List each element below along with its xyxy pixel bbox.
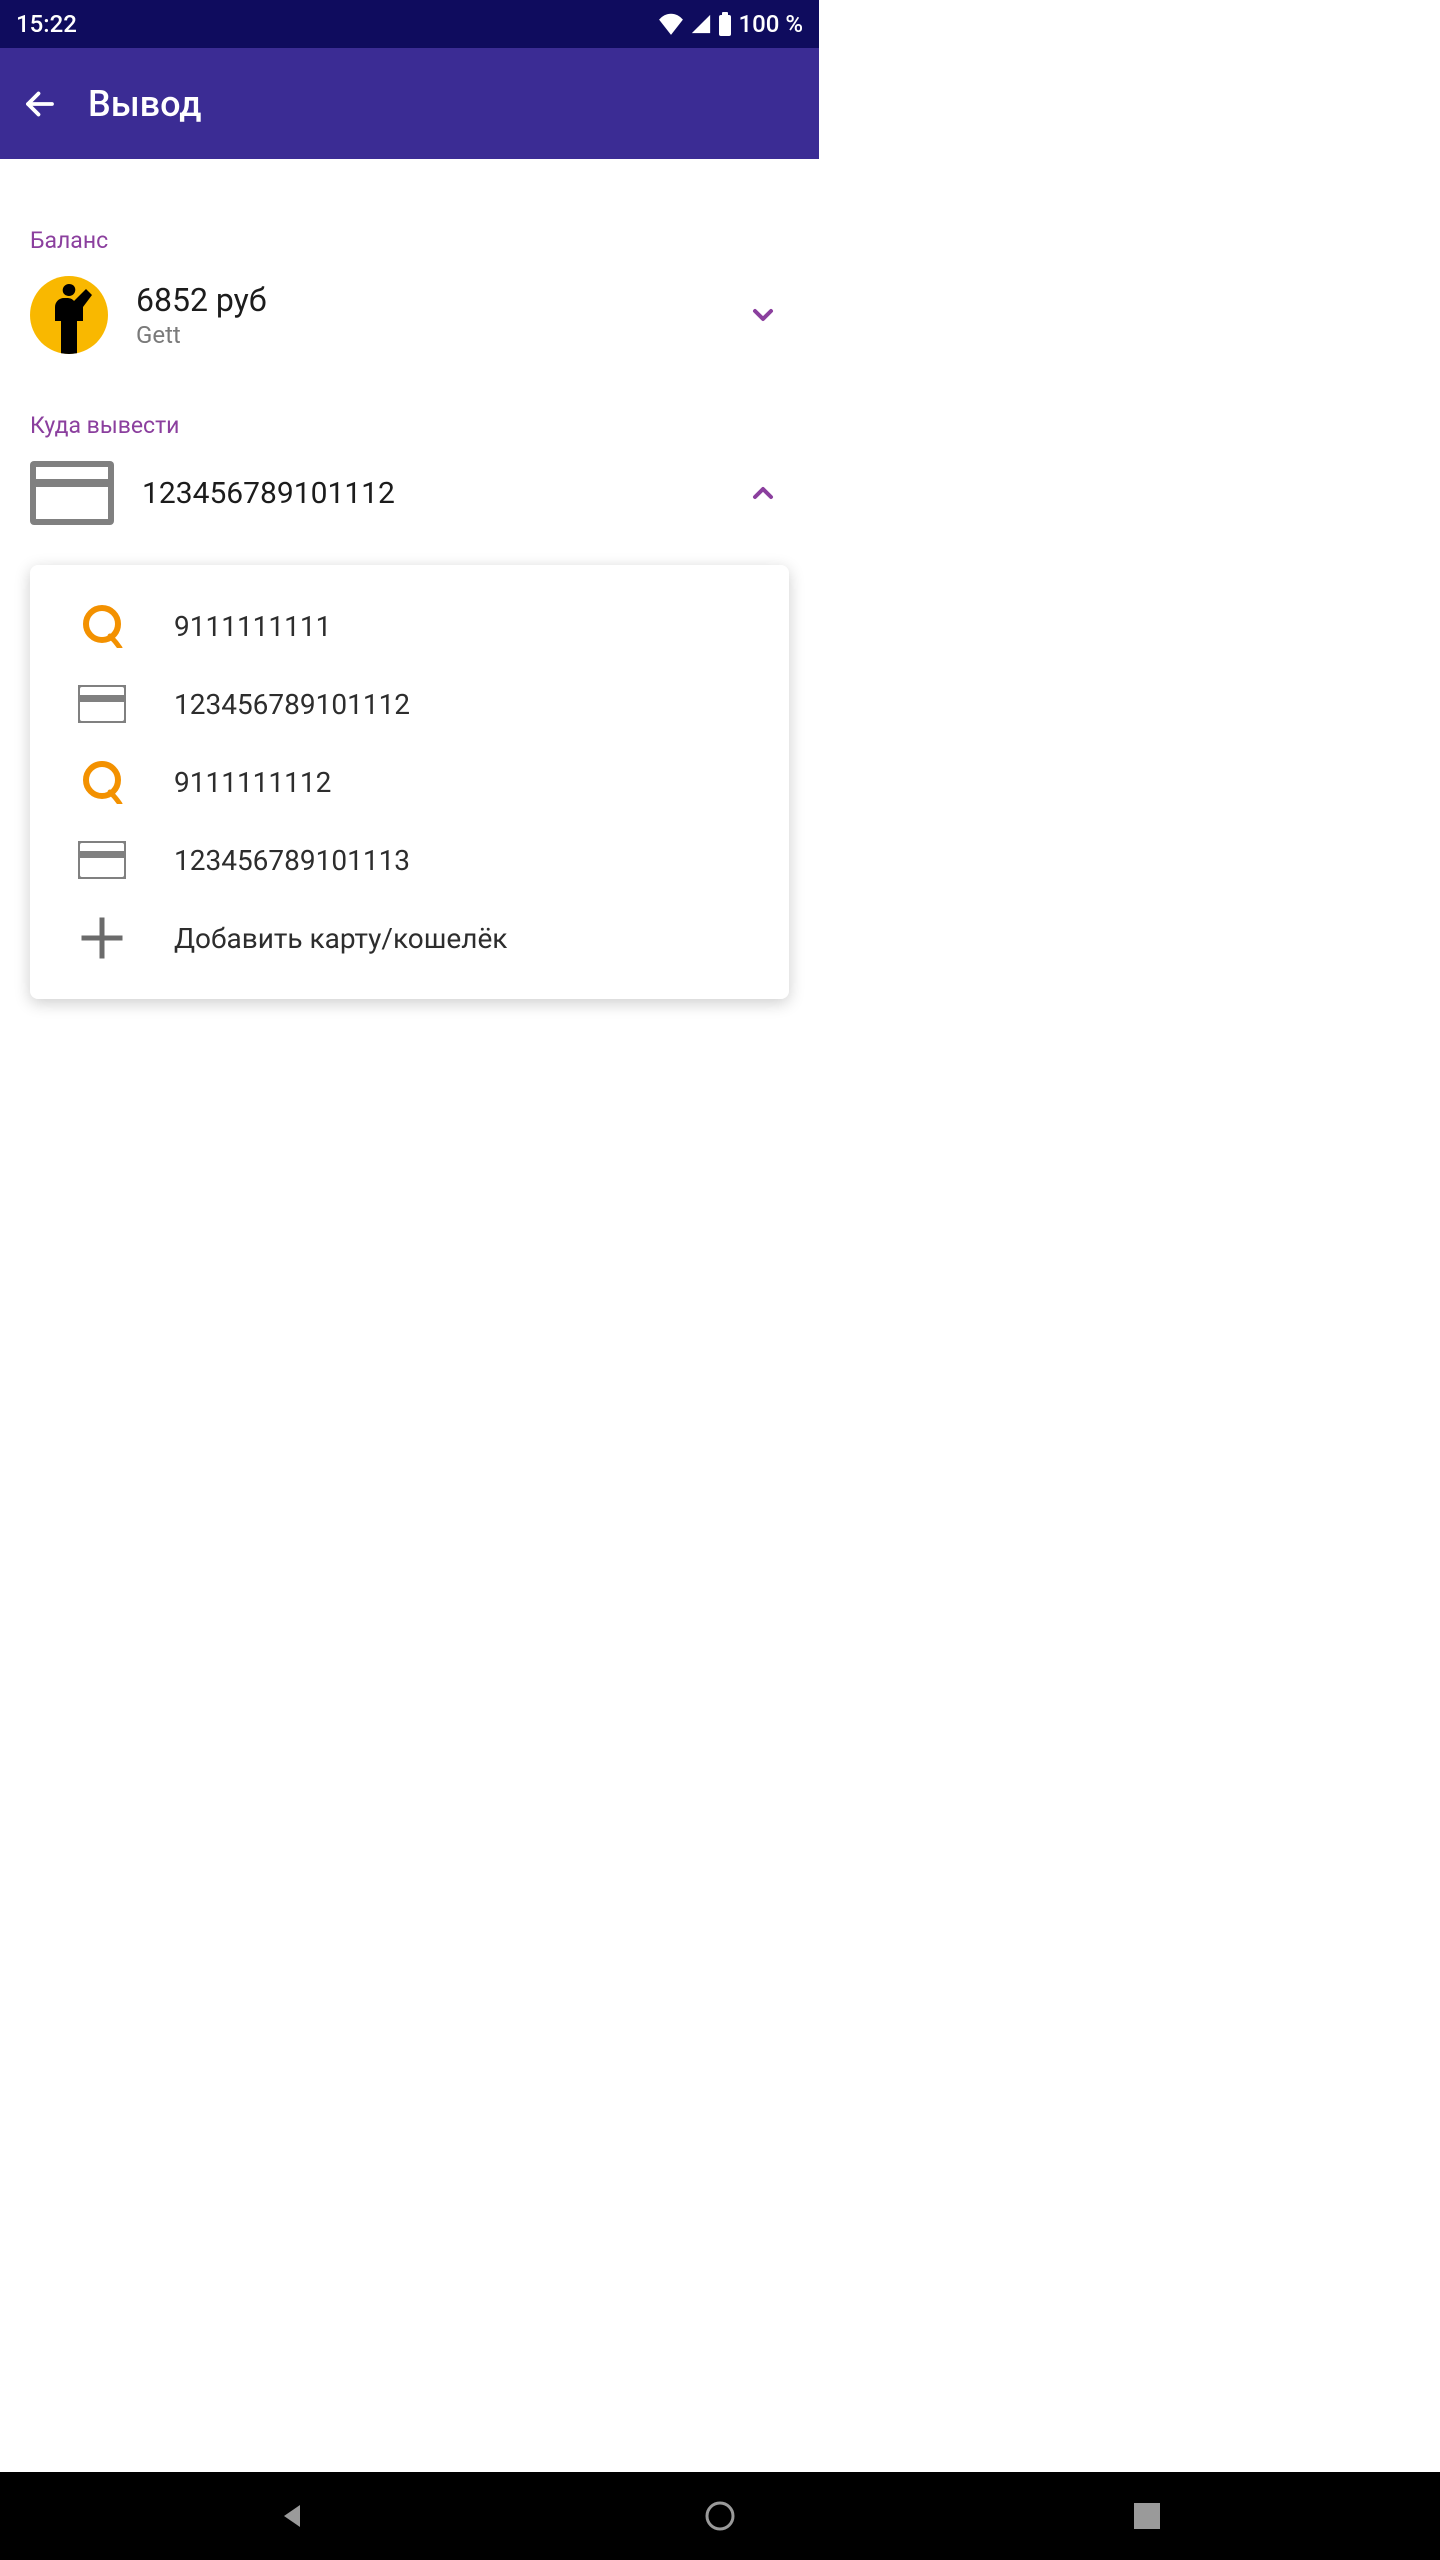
content-area: Баланс 6852 руб Gett Куда вывести 123456… (0, 227, 819, 999)
system-nav-bar (0, 2472, 1440, 2560)
dropdown-item-label: 9111111112 (174, 766, 331, 799)
dropdown-item-card-1[interactable]: 123456789101112 (30, 665, 789, 743)
person-silhouette-icon (39, 284, 99, 354)
page-title: Вывод (88, 83, 202, 125)
qiwi-icon (78, 758, 126, 806)
card-icon (30, 461, 114, 525)
status-battery: 100 % (738, 10, 803, 38)
battery-icon (718, 12, 732, 36)
nav-recent-button[interactable] (1123, 2492, 1171, 2540)
dropdown-item-label: 123456789101112 (174, 688, 410, 721)
square-recent-icon (1134, 2503, 1160, 2529)
balance-section-label: Баланс (30, 227, 789, 254)
status-bar: 15:22 100 % (0, 0, 819, 48)
destination-selected-value: 123456789101112 (142, 476, 747, 511)
dropdown-item-add[interactable]: Добавить карту/кошелёк (30, 899, 789, 977)
destination-dropdown: 9111111111 123456789101112 9111111112 12… (30, 565, 789, 999)
balance-service-avatar (30, 276, 108, 354)
nav-home-button[interactable] (696, 2492, 744, 2540)
circle-home-icon (704, 2500, 736, 2532)
dropdown-item-label: 9111111111 (174, 610, 331, 643)
dropdown-item-card-2[interactable]: 123456789101113 (30, 821, 789, 899)
balance-service-name: Gett (136, 321, 747, 349)
card-icon (78, 836, 126, 884)
status-time: 15:22 (16, 10, 77, 38)
card-icon (78, 680, 126, 728)
dropdown-item-qiwi-1[interactable]: 9111111111 (30, 587, 789, 665)
nav-back-button[interactable] (269, 2492, 317, 2540)
plus-icon (78, 914, 126, 962)
app-bar: Вывод (0, 48, 819, 159)
balance-text-block: 6852 руб Gett (136, 281, 747, 349)
balance-selector[interactable]: 6852 руб Gett (30, 276, 789, 354)
triangle-back-icon (278, 2501, 308, 2531)
destination-section-label: Куда вывести (30, 412, 789, 439)
qiwi-icon (78, 602, 126, 650)
dropdown-item-label: 123456789101113 (174, 844, 410, 877)
arrow-left-icon (22, 86, 58, 122)
dropdown-item-qiwi-2[interactable]: 9111111112 (30, 743, 789, 821)
signal-icon (690, 13, 712, 35)
chevron-down-icon (747, 299, 779, 331)
dropdown-add-label: Добавить карту/кошелёк (174, 922, 507, 955)
chevron-up-icon (747, 477, 779, 509)
back-button[interactable] (16, 80, 64, 128)
status-right: 100 % (658, 10, 803, 38)
balance-amount: 6852 руб (136, 281, 747, 319)
destination-selector[interactable]: 123456789101112 (30, 461, 789, 525)
wifi-icon (658, 13, 684, 35)
